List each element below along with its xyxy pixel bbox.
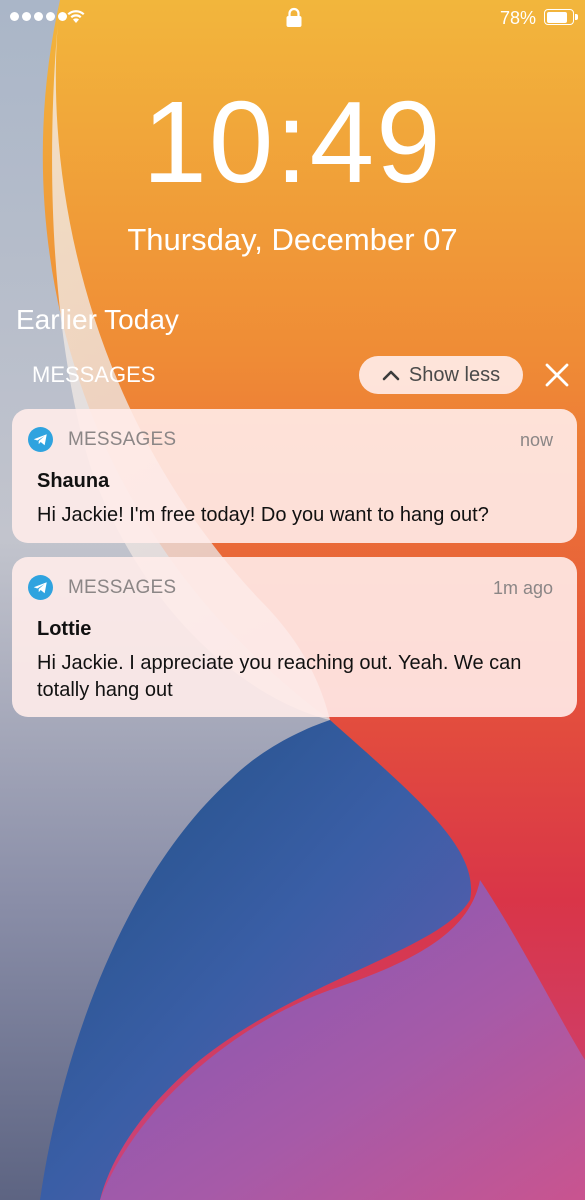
lock-screen: 78% 10:49 Thursday, December 07 Earlier … [0,0,585,1200]
signal-strength-icon [10,12,67,21]
lock-screen-date: Thursday, December 07 [127,222,458,257]
notification-app-name: MESSAGES [68,577,177,598]
battery-icon [544,9,578,25]
telegram-icon [28,575,53,600]
telegram-icon [28,427,53,452]
notification-message: Hi Jackie! I'm free today! Do you want t… [37,504,489,526]
notification-timestamp: now [519,430,553,450]
notification-section-title: Earlier Today [16,304,179,335]
show-less-button[interactable]: Show less [359,356,523,394]
chevron-up-icon [382,370,400,381]
wifi-icon [67,10,85,23]
notification-sender: Shauna [37,470,110,492]
status-bar: 78% [0,0,585,36]
notification-timestamp: 1m ago [492,578,553,598]
notification-group-label: MESSAGES [32,362,156,387]
lock-screen-time: 10:49 [142,77,443,207]
show-less-label: Show less [408,363,501,386]
battery-percentage: 78% [500,8,537,28]
notification-card[interactable]: MESSAGES 1m ago Lottie Hi Jackie. I appr… [12,557,577,717]
notification-sender: Lottie [37,618,92,640]
notification-message: Hi Jackie. I appreciate you reaching out… [37,652,522,701]
notification-card[interactable]: MESSAGES now Shauna Hi Jackie! I'm free … [12,409,577,543]
close-icon[interactable] [540,358,574,392]
notification-app-name: MESSAGES [68,429,177,450]
lock-icon [286,7,302,27]
